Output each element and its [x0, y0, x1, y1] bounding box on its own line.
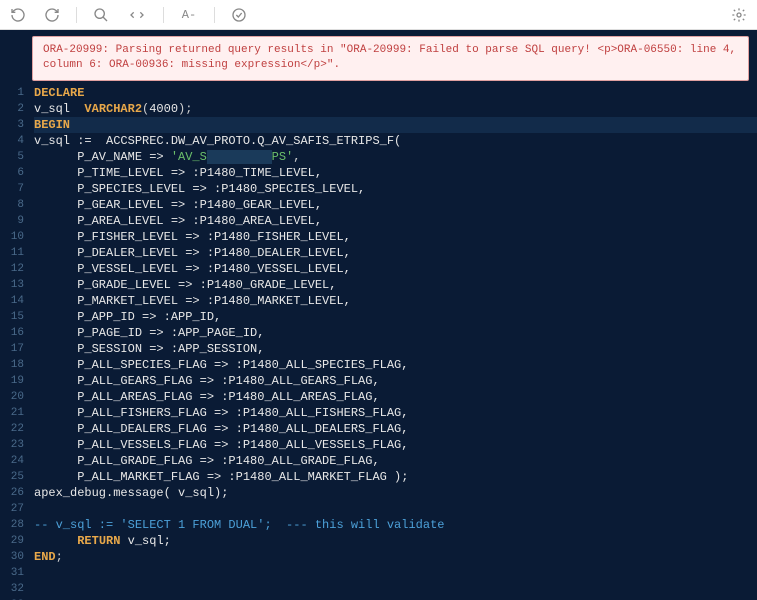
error-banner: ORA-20999: Parsing returned query result… [32, 36, 749, 81]
line-number: 30 [0, 549, 24, 565]
line-gutter: 1234567891011121314151617181920212223242… [0, 85, 30, 600]
editor: ORA-20999: Parsing returned query result… [0, 30, 757, 600]
toolbar-divider [76, 7, 77, 23]
line-number: 5 [0, 149, 24, 165]
line-number: 31 [0, 565, 24, 581]
line-number: 15 [0, 309, 24, 325]
code-line[interactable]: P_MARKET_LEVEL => :P1480_MARKET_LEVEL, [34, 293, 757, 309]
undo-button[interactable] [8, 5, 28, 25]
line-number: 16 [0, 325, 24, 341]
line-number: 22 [0, 421, 24, 437]
search-icon [93, 7, 109, 23]
editor-toolbar: A- [0, 0, 757, 30]
code-line[interactable]: v_sql VARCHAR2(4000); [34, 101, 757, 117]
line-number: 27 [0, 501, 24, 517]
settings-button[interactable] [729, 5, 749, 25]
redo-button[interactable] [42, 5, 62, 25]
code-line[interactable]: P_PAGE_ID => :APP_PAGE_ID, [34, 325, 757, 341]
code-line[interactable] [34, 565, 757, 581]
code-content[interactable]: DECLAREv_sql VARCHAR2(4000);BEGINv_sql :… [30, 85, 757, 600]
code-line[interactable]: apex_debug.message( v_sql); [34, 485, 757, 501]
line-number: 9 [0, 213, 24, 229]
code-line[interactable] [34, 581, 757, 597]
code-line[interactable]: -- v_sql := 'SELECT 1 FROM DUAL'; --- th… [34, 517, 757, 533]
line-number: 12 [0, 261, 24, 277]
code-line[interactable]: P_DEALER_LEVEL => :P1480_DEALER_LEVEL, [34, 245, 757, 261]
code-line[interactable]: v_sql := ACCSPREC.DW_AV_PROTO.Q_AV_SAFIS… [34, 133, 757, 149]
code-line[interactable]: P_ALL_DEALERS_FLAG => :P1480_ALL_DEALERS… [34, 421, 757, 437]
code-line[interactable]: P_FISHER_LEVEL => :P1480_FISHER_LEVEL, [34, 229, 757, 245]
code-line[interactable]: P_SPECIES_LEVEL => :P1480_SPECIES_LEVEL, [34, 181, 757, 197]
search-button[interactable] [91, 5, 111, 25]
line-number: 28 [0, 517, 24, 533]
code-line[interactable]: P_AREA_LEVEL => :P1480_AREA_LEVEL, [34, 213, 757, 229]
line-number: 6 [0, 165, 24, 181]
line-number: 4 [0, 133, 24, 149]
line-number: 18 [0, 357, 24, 373]
check-icon [231, 7, 247, 23]
code-line[interactable]: P_SESSION => :APP_SESSION, [34, 341, 757, 357]
line-number: 11 [0, 245, 24, 261]
code-line[interactable]: P_ALL_MARKET_FLAG => :P1480_ALL_MARKET_F… [34, 469, 757, 485]
line-number: 10 [0, 229, 24, 245]
line-number: 21 [0, 405, 24, 421]
code-line[interactable]: P_TIME_LEVEL => :P1480_TIME_LEVEL, [34, 165, 757, 181]
line-number: 24 [0, 453, 24, 469]
code-line[interactable]: END; [34, 549, 757, 565]
code-line[interactable]: P_ALL_VESSELS_FLAG => :P1480_ALL_VESSELS… [34, 437, 757, 453]
line-number: 26 [0, 485, 24, 501]
code-line[interactable]: DECLARE [34, 85, 757, 101]
toolbar-divider-2 [163, 7, 164, 23]
code-line[interactable]: P_ALL_SPECIES_FLAG => :P1480_ALL_SPECIES… [34, 357, 757, 373]
line-number: 20 [0, 389, 24, 405]
line-number: 14 [0, 293, 24, 309]
line-number: 19 [0, 373, 24, 389]
line-number: 8 [0, 197, 24, 213]
code-line[interactable]: P_AV_NAME => 'AV_S PS', [34, 149, 757, 165]
code-line[interactable]: RETURN v_sql; [34, 533, 757, 549]
font-size-button[interactable]: A- [178, 5, 200, 25]
line-number: 3 [0, 117, 24, 133]
code-line[interactable]: P_ALL_AREAS_FLAG => :P1480_ALL_AREAS_FLA… [34, 389, 757, 405]
code-area[interactable]: 1234567891011121314151617181920212223242… [0, 85, 757, 600]
line-number: 2 [0, 101, 24, 117]
line-number: 23 [0, 437, 24, 453]
swap-icon [129, 7, 145, 23]
code-line[interactable]: P_VESSEL_LEVEL => :P1480_VESSEL_LEVEL, [34, 261, 757, 277]
line-number: 13 [0, 277, 24, 293]
swap-button[interactable] [125, 5, 149, 25]
code-line[interactable]: P_APP_ID => :APP_ID, [34, 309, 757, 325]
validate-button[interactable] [229, 5, 249, 25]
code-line[interactable]: P_ALL_FISHERS_FLAG => :P1480_ALL_FISHERS… [34, 405, 757, 421]
code-line[interactable] [34, 501, 757, 517]
code-line[interactable]: P_ALL_GEARS_FLAG => :P1480_ALL_GEARS_FLA… [34, 373, 757, 389]
line-number: 1 [0, 85, 24, 101]
code-line[interactable]: P_GRADE_LEVEL => :P1480_GRADE_LEVEL, [34, 277, 757, 293]
undo-icon [10, 7, 26, 23]
code-line[interactable]: BEGIN [34, 117, 757, 133]
code-line[interactable]: P_ALL_GRADE_FLAG => :P1480_ALL_GRADE_FLA… [34, 453, 757, 469]
redo-icon [44, 7, 60, 23]
gear-icon [731, 7, 747, 23]
toolbar-divider-3 [214, 7, 215, 23]
line-number: 32 [0, 581, 24, 597]
line-number: 7 [0, 181, 24, 197]
code-line[interactable]: P_GEAR_LEVEL => :P1480_GEAR_LEVEL, [34, 197, 757, 213]
line-number: 29 [0, 533, 24, 549]
line-number: 17 [0, 341, 24, 357]
line-number: 25 [0, 469, 24, 485]
